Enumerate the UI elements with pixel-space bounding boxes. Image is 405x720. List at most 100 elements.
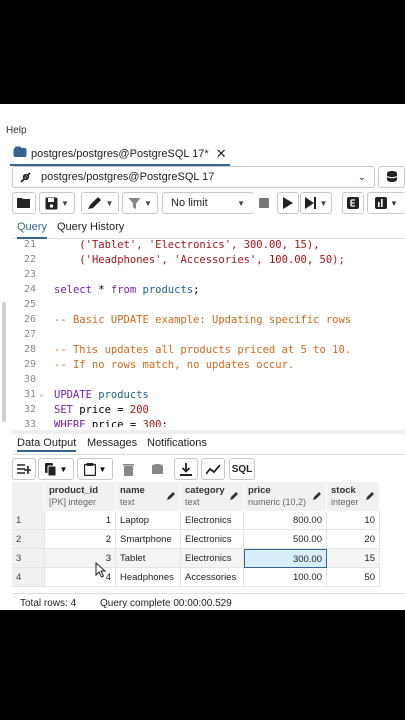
- query-tool-tab[interactable]: postgres/postgres@PostgreSQL 17* ✕: [10, 144, 230, 166]
- line-number: 32: [23, 404, 36, 415]
- chevron-down-icon: ▼: [319, 198, 328, 208]
- chevron-down-icon: ▼: [105, 198, 114, 208]
- code-line: WHERE price = 300;: [54, 419, 168, 427]
- tab-notifications[interactable]: Notifications: [147, 437, 207, 449]
- execute-icon[interactable]: [277, 192, 299, 214]
- line-number: 23: [23, 269, 36, 280]
- code-line: select * from products;: [54, 284, 200, 296]
- edit-pen-icon: [167, 492, 175, 500]
- query-toolbar: ▼ ▼ ▼ No limit ▼ ▼ ▼: [12, 192, 405, 214]
- explain-icon: [304, 197, 316, 209]
- line-number: 31: [23, 389, 36, 400]
- pgadmin-window: Help postgres/postgres@PostgreSQL 17* ✕ …: [0, 104, 405, 610]
- code-line: ('Tablet', 'Electronics', 300.00, 15),: [79, 239, 320, 251]
- graph-visualiser-icon[interactable]: [201, 458, 225, 480]
- query-complete-status: Query complete 00:00:00.529: [100, 598, 232, 609]
- editor-scrollbar[interactable]: [2, 302, 6, 422]
- fold-chevron-icon[interactable]: ⌄: [39, 389, 44, 398]
- total-rows: Total rows: 4: [20, 598, 77, 609]
- column-header-name[interactable]: name text: [116, 482, 181, 511]
- tab-data-output[interactable]: Data Output: [17, 437, 77, 452]
- copy-button[interactable]: ▼: [38, 458, 74, 480]
- column-header-stock[interactable]: stock integer: [327, 482, 380, 511]
- filter-button[interactable]: ▼: [122, 192, 158, 214]
- chevron-down-icon: ▼: [61, 198, 69, 208]
- copy-icon: [44, 462, 57, 476]
- line-number: 28: [23, 344, 36, 355]
- editor-tab-bar: postgres/postgres@PostgreSQL 17* ✕: [0, 144, 405, 166]
- save-data-icon[interactable]: [145, 458, 169, 480]
- column-header-category[interactable]: category text: [181, 482, 244, 511]
- table-row[interactable]: 2 2 Smartphone Electronics 500.00 20: [12, 530, 380, 549]
- paste-button[interactable]: ▼: [77, 458, 113, 480]
- connection-status-icon: [20, 172, 31, 183]
- tab-query[interactable]: Query: [17, 218, 47, 239]
- connection-label: postgres/postgres@PostgreSQL 17: [41, 171, 215, 183]
- line-number: 25: [23, 299, 36, 310]
- chevron-down-icon: ▼: [59, 464, 68, 474]
- line-number: 33: [23, 419, 36, 427]
- edit-pen-icon: [313, 492, 321, 500]
- chevron-down-icon: ⌄: [357, 171, 366, 183]
- line-number: 24: [23, 284, 36, 295]
- status-bar: Total rows: 4 Query complete 00:00:00.52…: [12, 593, 405, 610]
- chevron-down-icon: ▼: [390, 198, 398, 208]
- pen-icon: [87, 197, 101, 209]
- open-file-icon[interactable]: [12, 192, 36, 214]
- menu-help[interactable]: Help: [6, 125, 27, 136]
- line-number: 30: [23, 374, 36, 385]
- limit-select[interactable]: No limit ▼: [162, 192, 254, 214]
- table-row[interactable]: 4 4 Headphones Accessories 100.00 50: [12, 568, 380, 587]
- delete-row-icon[interactable]: [116, 458, 140, 480]
- mouse-cursor-icon: [95, 562, 107, 578]
- connection-bar: postgres/postgres@PostgreSQL 17 ⌄: [12, 166, 405, 188]
- close-tab-icon[interactable]: ✕: [216, 146, 227, 162]
- line-number: 29: [23, 359, 36, 370]
- code-comment: -- If no rows match, no updates occur.: [54, 359, 295, 371]
- chevron-down-icon: ▼: [98, 464, 107, 474]
- line-number: 27: [23, 329, 36, 340]
- selected-cell[interactable]: 300.00: [244, 549, 327, 568]
- column-header-product-id[interactable]: product_id [PK] integer: [45, 482, 116, 511]
- filter-icon: [128, 197, 141, 209]
- code-line: SET price = 200: [54, 404, 149, 416]
- connection-select[interactable]: postgres/postgres@PostgreSQL 17 ⌄: [12, 166, 375, 188]
- sql-editor[interactable]: 21 ('Tablet', 'Electronics', 300.00, 15)…: [12, 239, 405, 427]
- chevron-down-icon: ▼: [144, 198, 152, 208]
- save-button[interactable]: ▼: [39, 192, 75, 214]
- download-icon[interactable]: [174, 458, 198, 480]
- query-tool-icon: [13, 145, 27, 163]
- code-comment: -- Basic UPDATE example: Updating specif…: [54, 314, 352, 326]
- code-line: ('Headphones', 'Accessories', 100.00, 50…: [79, 254, 345, 266]
- stop-icon[interactable]: [253, 192, 275, 214]
- tab-messages[interactable]: Messages: [87, 437, 137, 449]
- save-icon: [45, 197, 58, 209]
- code-comment: -- This updates all products priced at 5…: [54, 344, 352, 356]
- table-row[interactable]: 3 3 Tablet Electronics 300.00 15: [12, 549, 380, 568]
- edit-button[interactable]: ▼: [81, 192, 119, 214]
- bar-chart-icon: [375, 197, 388, 209]
- column-header-price[interactable]: price numeric (10,2): [244, 482, 327, 511]
- output-toolbar: ▼ ▼ SQL: [12, 458, 405, 480]
- row-number-header: [12, 482, 45, 511]
- edit-pen-icon: [366, 492, 374, 500]
- database-icon[interactable]: [378, 166, 405, 188]
- menu-bar: Help: [0, 104, 405, 145]
- line-number: 22: [23, 254, 36, 265]
- tab-query-history[interactable]: Query History: [57, 218, 124, 237]
- add-row-icon[interactable]: [12, 458, 36, 480]
- explain-button[interactable]: ▼: [300, 192, 332, 214]
- line-number: 21: [23, 239, 36, 250]
- table-row[interactable]: 1 1 Laptop Electronics 800.00 10: [12, 511, 380, 530]
- explain-analyze-icon[interactable]: [342, 192, 364, 214]
- paste-icon: [83, 462, 96, 476]
- chart-button[interactable]: ▼: [367, 192, 405, 214]
- query-tabs: Query Query History: [12, 218, 405, 239]
- code-line: UPDATE products: [54, 389, 149, 401]
- sql-button[interactable]: SQL: [229, 458, 255, 480]
- chevron-down-icon: ▼: [237, 198, 245, 208]
- edit-pen-icon: [230, 492, 238, 500]
- limit-value: No limit: [171, 197, 208, 209]
- line-number: 26: [23, 314, 36, 325]
- output-tabs: Data Output Messages Notifications: [12, 434, 405, 455]
